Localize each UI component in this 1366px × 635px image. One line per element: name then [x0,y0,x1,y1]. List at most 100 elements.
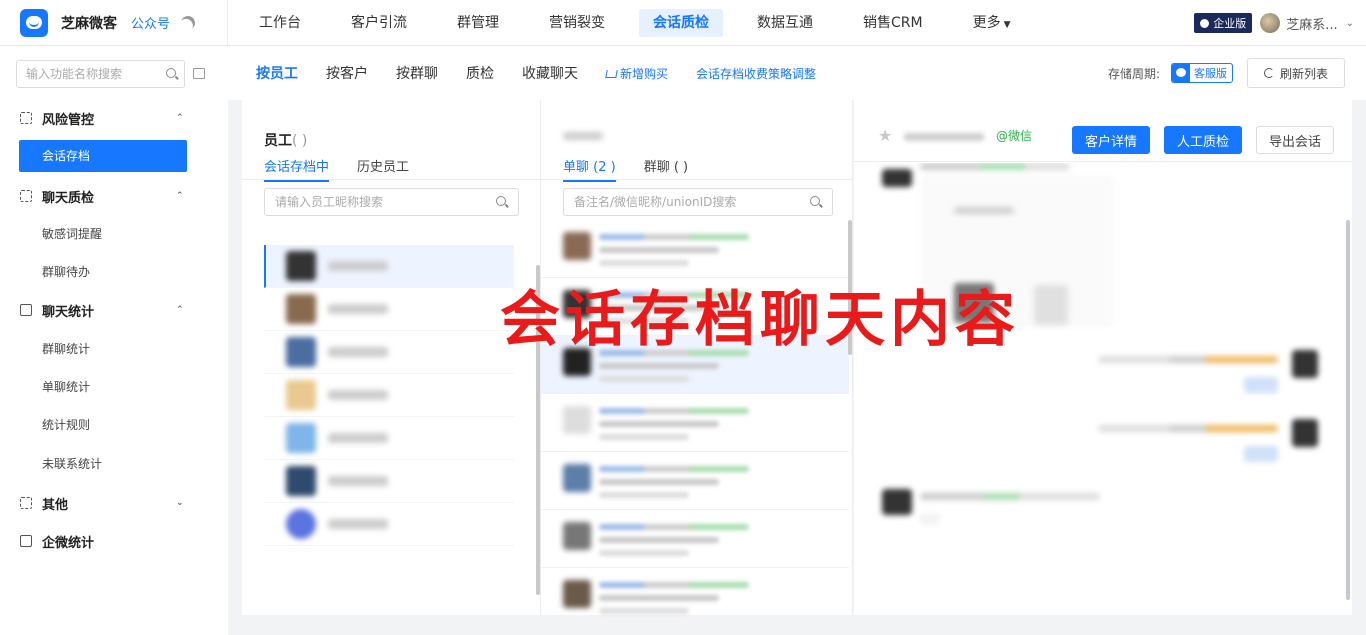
official-account-link[interactable]: 公众号 [131,13,170,32]
brand-name: 芝麻微客 [61,15,117,32]
tab-by-group[interactable]: 按群聊 [396,63,438,83]
blurred-name [328,261,388,271]
wechat-tag: @微信 [996,129,1033,143]
blurred-bubble [1244,377,1278,393]
nav-data-interop[interactable]: 数据互通 [743,9,827,37]
blurred-line [599,434,689,440]
export-conversation-button[interactable]: 导出会话 [1256,126,1334,154]
menu-group-chat-statistics[interactable]: 聊天统计 ⌃ [0,296,228,324]
tab-by-customer[interactable]: 按客户 [326,63,368,83]
sidebar-item-sensitive-words[interactable]: 敏感词提醒 [19,218,187,250]
scrollbar[interactable] [1346,220,1350,600]
service-badge-icon [1172,64,1190,82]
refresh-list-button[interactable]: 刷新列表 [1247,58,1345,88]
list-item[interactable] [264,331,514,374]
collapse-menu-icon[interactable] [193,68,205,79]
menu-group-chat-inspection[interactable]: 聊天质检 ⌃ [0,182,228,210]
divider [242,179,540,180]
menu-group-label: 聊天统计 [42,304,95,320]
sidebar-item-group-statistics[interactable]: 群聊统计 [19,333,187,365]
employee-panel-title: 员工( ) [264,130,307,150]
list-item[interactable] [264,417,514,460]
top-navigation-bar: 芝麻微客 公众号 工作台 客户引流 群管理 营销裂变 会话质检 数据互通 销售C… [0,0,1366,46]
policy-link[interactable]: 会话存档收费策略调整 [696,65,816,82]
storage-period-label: 存储周期: [1107,67,1160,81]
blurred-line [599,421,719,427]
list-item[interactable] [541,452,849,510]
brand-area: 芝麻微客 公众号 [0,0,228,46]
manual-inspection-button[interactable]: 人工质检 [1164,126,1242,154]
blurred-customer-name [904,133,984,141]
list-item[interactable] [541,394,849,452]
customer-detail-button[interactable]: 客户详情 [1072,126,1150,154]
sidebar-item-statistics-rules[interactable]: 统计规则 [19,409,187,441]
chevron-down-icon: ▼ [1003,19,1011,30]
overlay-caption: 会话存档聊天内容 [500,285,1020,355]
message-area [854,163,1352,615]
blurred-line [1098,356,1278,363]
blurred-line [599,466,749,472]
nav-customer-acquisition[interactable]: 客户引流 [337,9,421,37]
blurred-line [599,363,719,369]
chevron-up-icon: ⌃ [176,191,184,201]
list-item[interactable] [541,220,849,278]
nav-group-management[interactable]: 群管理 [443,9,513,37]
star-icon[interactable]: ★ [878,128,892,144]
employee-search-placeholder: 请输入员工昵称搜索 [275,195,384,209]
sub-navigation: 按员工 按客户 按群聊 质检 收藏聊天 新增购买 会话存档收费策略调整 存储周期… [228,46,1366,100]
brand-logo-icon[interactable] [20,8,48,37]
avatar[interactable] [1260,13,1281,33]
avatar [286,294,316,324]
avatar [882,489,912,515]
menu-group-wecom-statistics[interactable]: 企微统计 [0,527,228,555]
tab-inspection[interactable]: 质检 [466,63,494,83]
divider [541,179,852,180]
blurred-line [599,492,689,498]
blurred-bubble [920,513,940,525]
sidebar-item-uncontacted-statistics[interactable]: 未联系统计 [19,448,187,480]
chat-search-placeholder: 备注名/微信昵称/unionID搜索 [574,195,737,209]
menu-group-other[interactable]: 其他 ⌄ [0,489,228,517]
avatar [563,522,591,550]
avatar [286,423,316,453]
list-item[interactable] [264,503,514,546]
avatar [563,406,591,434]
blurred-line [599,524,749,530]
blurred-name [328,519,388,529]
nav-marketing-fission[interactable]: 营销裂变 [535,9,619,37]
buy-link[interactable]: 新增购买 [605,65,668,82]
tab-favorite-chats[interactable]: 收藏聊天 [522,63,578,83]
main-nav: 工作台 客户引流 群管理 营销裂变 会话质检 数据互通 销售CRM 更多 ▼ [236,0,1025,46]
list-item[interactable] [264,460,514,503]
function-search-input[interactable]: 输入功能名称搜索 [16,60,185,88]
refresh-label: 刷新列表 [1279,66,1328,81]
tab-by-employee[interactable]: 按员工 [256,63,298,83]
chat-list-panel: 单聊 (2 ) 群聊 ( ) 备注名/微信昵称/unionID搜索 [540,100,853,626]
nav-session-inspection[interactable]: 会话质检 [639,8,723,37]
dark-mode-moon-icon[interactable] [179,14,197,32]
blurred-line [920,493,1100,500]
nav-workbench[interactable]: 工作台 [245,9,315,37]
chat-search-input[interactable]: 备注名/微信昵称/unionID搜索 [563,188,833,216]
nav-more[interactable]: 更多 ▼ [959,9,1025,37]
menu-group-risk-control[interactable]: 风险管控 ⌃ [0,104,228,132]
user-name[interactable]: 芝麻系... [1286,14,1337,33]
search-icon[interactable] [496,196,506,206]
sidebar-item-single-statistics[interactable]: 单聊统计 [19,371,187,403]
list-item[interactable] [541,510,849,568]
list-item[interactable] [264,245,514,288]
search-icon[interactable] [810,196,820,206]
list-item[interactable] [264,374,514,417]
menu-group-label: 其他 [42,497,69,513]
user-menu-chevron-icon[interactable]: ⌄ [1346,18,1354,29]
sidebar-item-group-todo[interactable]: 群聊待办 [19,256,187,288]
user-area: 企业版 芝麻系... ⌄ [1194,0,1354,46]
search-icon[interactable] [166,68,176,78]
avatar [286,337,316,367]
list-item[interactable] [264,288,514,331]
list-item[interactable] [541,568,849,626]
employee-search-input[interactable]: 请输入员工昵称搜索 [264,188,519,216]
service-edition-badge[interactable]: 客服版 [1171,63,1233,83]
nav-sales-crm[interactable]: 销售CRM [849,9,937,37]
sidebar-item-session-archive[interactable]: 会话存档 [19,140,187,172]
